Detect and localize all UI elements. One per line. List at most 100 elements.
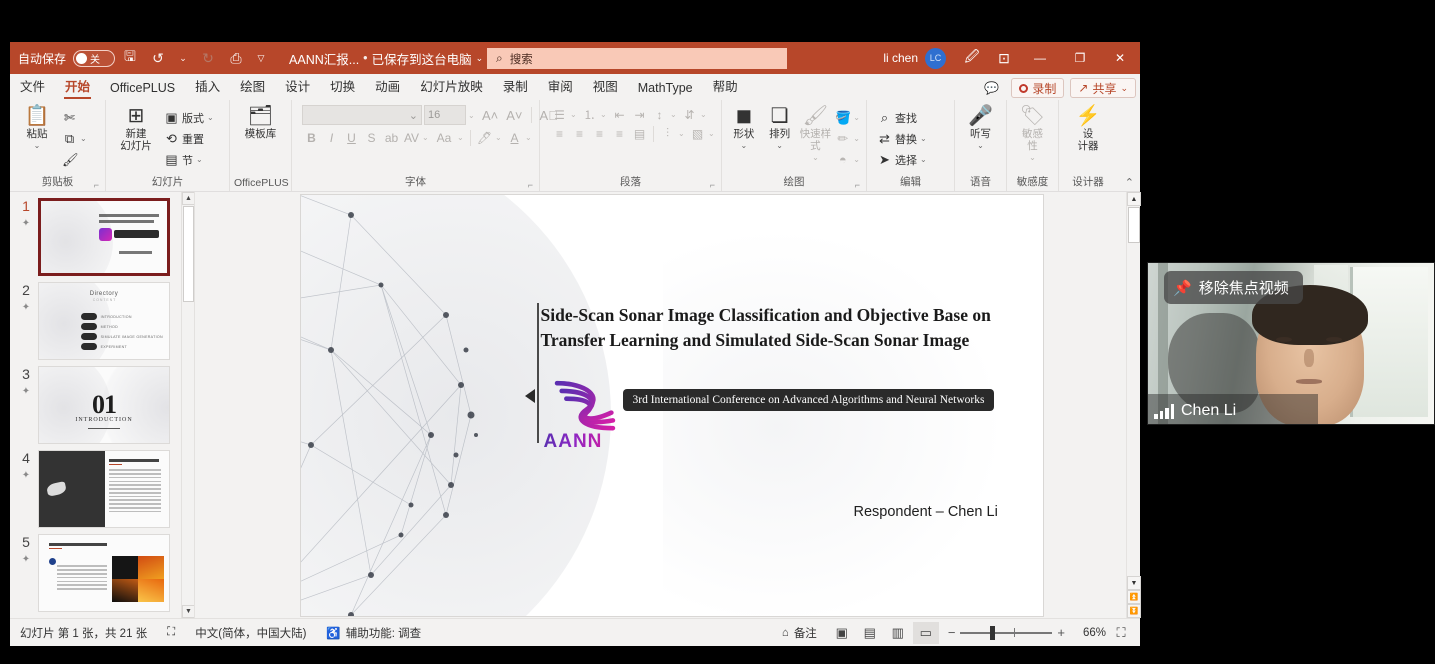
shape-fill-button[interactable]: 🪣 ⌄ [833,108,862,127]
cut-button[interactable]: ✄ [60,108,89,127]
share-button[interactable]: ↗ 共享 ⌄ [1070,78,1136,98]
document-title[interactable]: AANN汇报... • 已保存到这台电脑 ⌄ [289,49,483,68]
video-overlay[interactable]: 📌 移除焦点视频 Chen Li [1147,262,1435,425]
slide-show-view-button[interactable]: ▭ [912,621,939,644]
chevron-down-icon[interactable]: ⌄ [678,129,687,138]
chevron-down-icon[interactable]: ⌄ [853,113,860,122]
quick-styles-button[interactable]: 🖌 快速样式 ⌄ [798,105,834,162]
align-text-button[interactable]: ▤ [630,124,649,143]
select-button[interactable]: ➤ 选择 ⌄ [875,150,929,169]
chevron-down-icon[interactable]: ⌄ [457,133,466,142]
previous-slide-icon[interactable]: ⏫ [1127,590,1141,604]
scroll-down-icon[interactable]: ▼ [1127,576,1141,590]
normal-view-button[interactable]: ▣ [829,622,855,644]
copy-button[interactable]: ⧉ ⌄ [60,129,89,148]
line-spacing-button[interactable]: ↕ [650,105,669,124]
designer-button[interactable]: ⚡ 设 计器 [1065,105,1111,152]
paste-button[interactable]: 📋 粘贴 ⌄ [14,105,60,150]
bold-button[interactable]: B [302,128,321,147]
chevron-down-icon[interactable]: ⌄ [708,129,717,138]
font-size-dropdown-icon[interactable]: ⌄ [468,111,477,120]
zoom-handle[interactable] [990,625,996,640]
thumbnail-scrollbar[interactable]: ▲ ▼ [181,192,194,618]
align-right-button[interactable]: ≡ [590,124,609,143]
unpin-video-button[interactable]: 📌 移除焦点视频 [1164,271,1303,304]
slide-counter[interactable]: 幻灯片 第 1 张，共 21 张 [10,625,157,641]
tab-help[interactable]: 帮助 [703,74,748,100]
thumbnail-slide-2[interactable]: Directory C O N T E N T INTRODUCTION MET… [38,282,170,360]
zoom-in-button[interactable]: + [1057,625,1065,640]
increase-indent-button[interactable]: ⇥ [630,105,649,124]
increase-font-size-icon[interactable]: A˄ [479,108,501,123]
zoom-out-button[interactable]: − [948,625,956,640]
language-indicator[interactable]: 中文(简体，中国大陆) [185,625,316,641]
reading-view-button[interactable]: ▥ [885,622,911,644]
chevron-down-icon[interactable]: ⌄ [853,134,860,143]
dictate-button[interactable]: 🎤 听写 ⌄ [959,105,1002,150]
chevron-down-icon[interactable]: ⌄ [776,141,783,150]
chevron-down-icon[interactable]: ⌄ [812,153,819,162]
customize-quick-access-icon[interactable]: ▽ [251,45,271,71]
thumbnail-slide-1[interactable] [38,198,170,276]
avatar[interactable]: LC [925,47,946,69]
chevron-down-icon[interactable]: ⌄ [80,134,87,143]
tab-record[interactable]: 录制 [493,74,538,100]
chevron-down-icon[interactable]: ⌄ [34,141,41,150]
tab-mathtype[interactable]: MathType [628,79,703,100]
ink-pen-icon[interactable]: 🖉 [956,42,988,74]
italic-button[interactable]: I [322,128,341,147]
underline-button[interactable]: U [342,128,361,147]
change-case-button[interactable]: Aa [432,128,456,147]
justify-button[interactable]: ≡ [610,124,629,143]
zoom-slider[interactable]: − + [941,625,1072,640]
tab-design[interactable]: 设计 [275,74,320,100]
slide-sorter-view-button[interactable]: ▤ [857,622,883,644]
decrease-font-size-icon[interactable]: A˅ [503,108,525,123]
template-library-button[interactable]: 🗂 模板库 [238,105,284,140]
slide-editing-surface[interactable]: Side-Scan Sonar Image Classification and… [300,194,1043,616]
save-icon[interactable]: 🖫 [117,45,143,71]
columns-button[interactable]: ⫶ [658,124,677,143]
notes-button[interactable]: ⌂ 备注 [772,625,827,641]
slide-title-textbox[interactable]: Side-Scan Sonar Image Classification and… [541,303,1021,353]
chevron-down-icon[interactable]: ⌄ [700,110,709,119]
drawing-dialog-launcher[interactable]: ⌐ [855,180,860,190]
search-input[interactable]: ⌕ 搜索 [487,48,787,69]
thumbnail-slide-5[interactable] [38,534,170,612]
minimize-button[interactable]: — [1020,42,1060,74]
next-slide-icon[interactable]: ⏬ [1127,604,1141,618]
redo-icon[interactable]: ↻ [195,45,221,71]
comments-button[interactable]: 💬 [978,78,1005,98]
arrange-button[interactable]: ❏ 排列 ⌄ [762,105,798,150]
thumbnail-item-1[interactable]: 1 ✦ [10,192,194,276]
tab-animations[interactable]: 动画 [365,74,410,100]
thumbnail-slide-4[interactable] [38,450,170,528]
chevron-down-icon[interactable]: ⌄ [525,133,534,142]
zoom-percent[interactable]: 66% [1074,627,1106,639]
conference-banner[interactable]: 3rd International Conference on Advanced… [622,388,995,411]
tab-insert[interactable]: 插入 [185,74,230,100]
shapes-button[interactable]: ◼ 形状 ⌄ [726,105,762,150]
chevron-down-icon[interactable]: ⌄ [476,53,484,64]
ribbon-display-options-icon[interactable]: ⊡ [988,42,1020,74]
undo-dropdown-icon[interactable]: ⌄ [173,45,193,71]
chevron-down-icon[interactable]: ⌄ [977,141,984,150]
paragraph-dialog-launcher[interactable]: ⌐ [710,180,715,190]
chevron-down-icon[interactable]: ⌄ [422,133,431,142]
tab-file[interactable]: 文件 [10,74,55,100]
respondent-text[interactable]: Respondent – Chen Li [854,504,998,520]
autosave-toggle[interactable]: 关 [73,49,116,67]
tab-officeplus[interactable]: OfficePLUS [100,79,185,100]
text-direction-button[interactable]: ⇵ [680,105,699,124]
strikethrough-button[interactable]: ab [382,128,401,147]
align-left-button[interactable]: ≡ [550,124,569,143]
align-center-button[interactable]: ≡ [570,124,589,143]
chevron-down-icon[interactable]: ⌄ [920,134,927,143]
font-size-input[interactable]: 16 [424,105,466,125]
tab-home[interactable]: 开始 [55,74,100,100]
numbering-button[interactable]: ⒈ [580,105,599,124]
sensitivity-button[interactable]: 🏷 敏感 性 ⌄ [1011,105,1054,162]
undo-icon[interactable]: ↺ [145,45,171,71]
chevron-down-icon[interactable]: ⌄ [207,113,214,122]
thumbnail-item-5[interactable]: 5 ✦ [10,528,194,612]
